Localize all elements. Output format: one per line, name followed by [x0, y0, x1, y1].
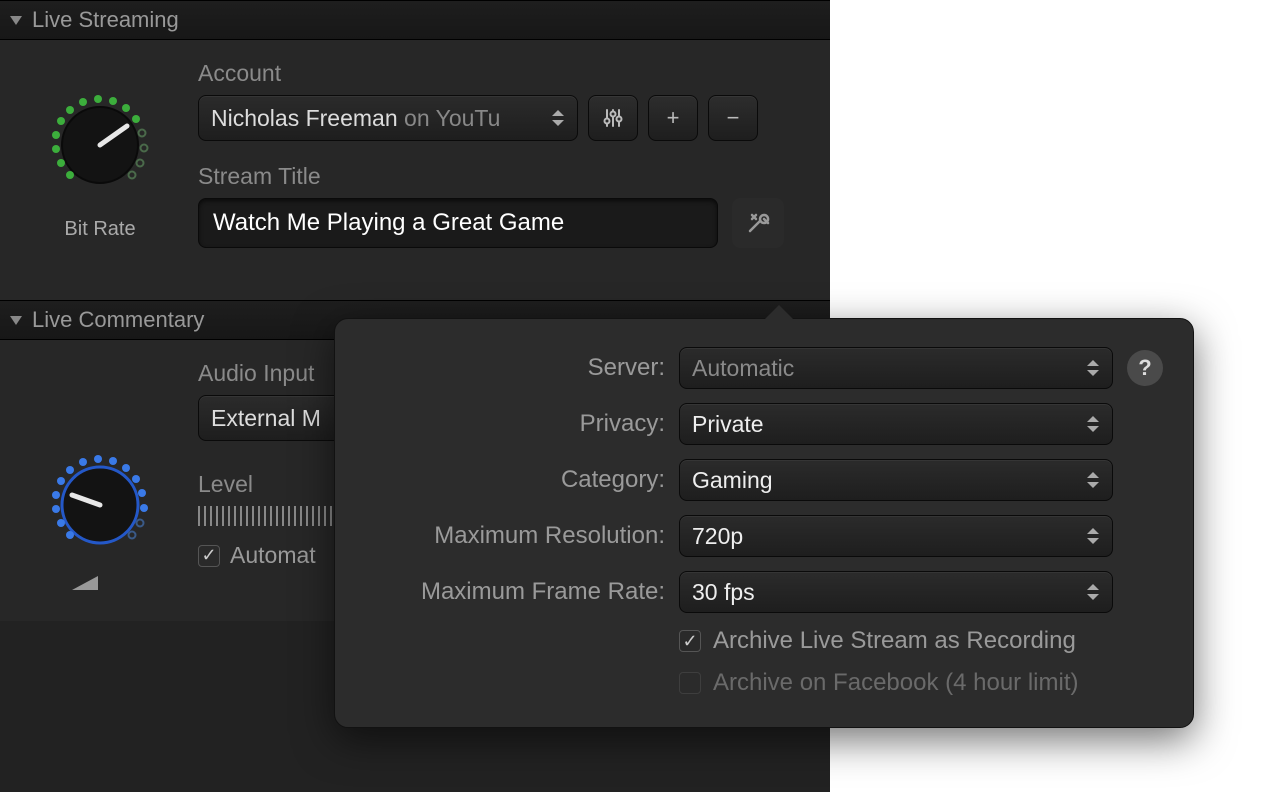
automatic-checkbox[interactable]: ✓: [198, 545, 220, 567]
automatic-label: Automat: [230, 542, 316, 569]
category-value: Gaming: [692, 467, 773, 494]
level-indicator-icon: [72, 576, 98, 590]
section-title: Live Streaming: [32, 7, 179, 33]
sliders-icon: [602, 107, 624, 129]
privacy-label: Privacy:: [365, 410, 665, 438]
server-label: Server:: [365, 354, 665, 382]
level-knob[interactable]: [35, 440, 165, 570]
server-value: Automatic: [692, 355, 794, 382]
level-knob-column: [20, 360, 180, 591]
category-label: Category:: [365, 466, 665, 494]
stream-title-tools-button[interactable]: [732, 198, 784, 248]
disclosure-triangle-icon: [10, 16, 22, 25]
privacy-value: Private: [692, 411, 764, 438]
chevron-updown-icon: [1082, 404, 1104, 444]
chevron-updown-icon: [1082, 348, 1104, 388]
bit-rate-knob-column: Bit Rate: [20, 60, 180, 270]
live-streaming-section-body: Bit Rate Account Nicholas Freeman on You…: [0, 40, 830, 300]
category-dropdown[interactable]: Gaming: [679, 459, 1113, 501]
bit-rate-label: Bit Rate: [64, 218, 135, 241]
stream-title-label: Stream Title: [198, 163, 810, 190]
max-framerate-value: 30 fps: [692, 579, 755, 606]
live-streaming-section-header[interactable]: Live Streaming: [0, 0, 830, 40]
max-resolution-dropdown[interactable]: 720p: [679, 515, 1113, 557]
server-dropdown[interactable]: Automatic: [679, 347, 1113, 389]
chevron-updown-icon: [1082, 572, 1104, 612]
chevron-updown-icon: [547, 96, 569, 140]
account-dropdown[interactable]: Nicholas Freeman on YouTu: [198, 95, 578, 141]
stream-title-input[interactable]: [198, 198, 718, 248]
section-title: Live Commentary: [32, 307, 204, 333]
audio-input-value: External M: [211, 405, 321, 432]
privacy-dropdown[interactable]: Private: [679, 403, 1113, 445]
archive-fb-checkbox: [679, 672, 701, 694]
help-button[interactable]: ?: [1127, 350, 1163, 386]
archive-fb-label: Archive on Facebook (4 hour limit): [713, 669, 1078, 697]
plus-icon: +: [667, 105, 680, 131]
account-suffix: on YouTu: [398, 105, 501, 131]
chevron-updown-icon: [1082, 516, 1104, 556]
stream-settings-popover: Server: Automatic ? Privacy: Private Cat…: [334, 318, 1194, 728]
max-framerate-dropdown[interactable]: 30 fps: [679, 571, 1113, 613]
question-icon: ?: [1138, 355, 1151, 381]
disclosure-triangle-icon: [10, 316, 22, 325]
max-resolution-label: Maximum Resolution:: [365, 522, 665, 550]
bit-rate-knob[interactable]: [35, 80, 165, 210]
level-meter: [198, 506, 338, 526]
tools-icon: [744, 209, 772, 237]
account-remove-button[interactable]: −: [708, 95, 758, 141]
account-label: Account: [198, 60, 810, 87]
minus-icon: −: [727, 105, 740, 131]
account-user: Nicholas Freeman: [211, 105, 398, 131]
chevron-updown-icon: [1082, 460, 1104, 500]
archive-label: Archive Live Stream as Recording: [713, 627, 1076, 655]
max-resolution-value: 720p: [692, 523, 743, 550]
account-settings-button[interactable]: [588, 95, 638, 141]
max-framerate-label: Maximum Frame Rate:: [365, 578, 665, 606]
account-add-button[interactable]: +: [648, 95, 698, 141]
archive-checkbox[interactable]: ✓: [679, 630, 701, 652]
